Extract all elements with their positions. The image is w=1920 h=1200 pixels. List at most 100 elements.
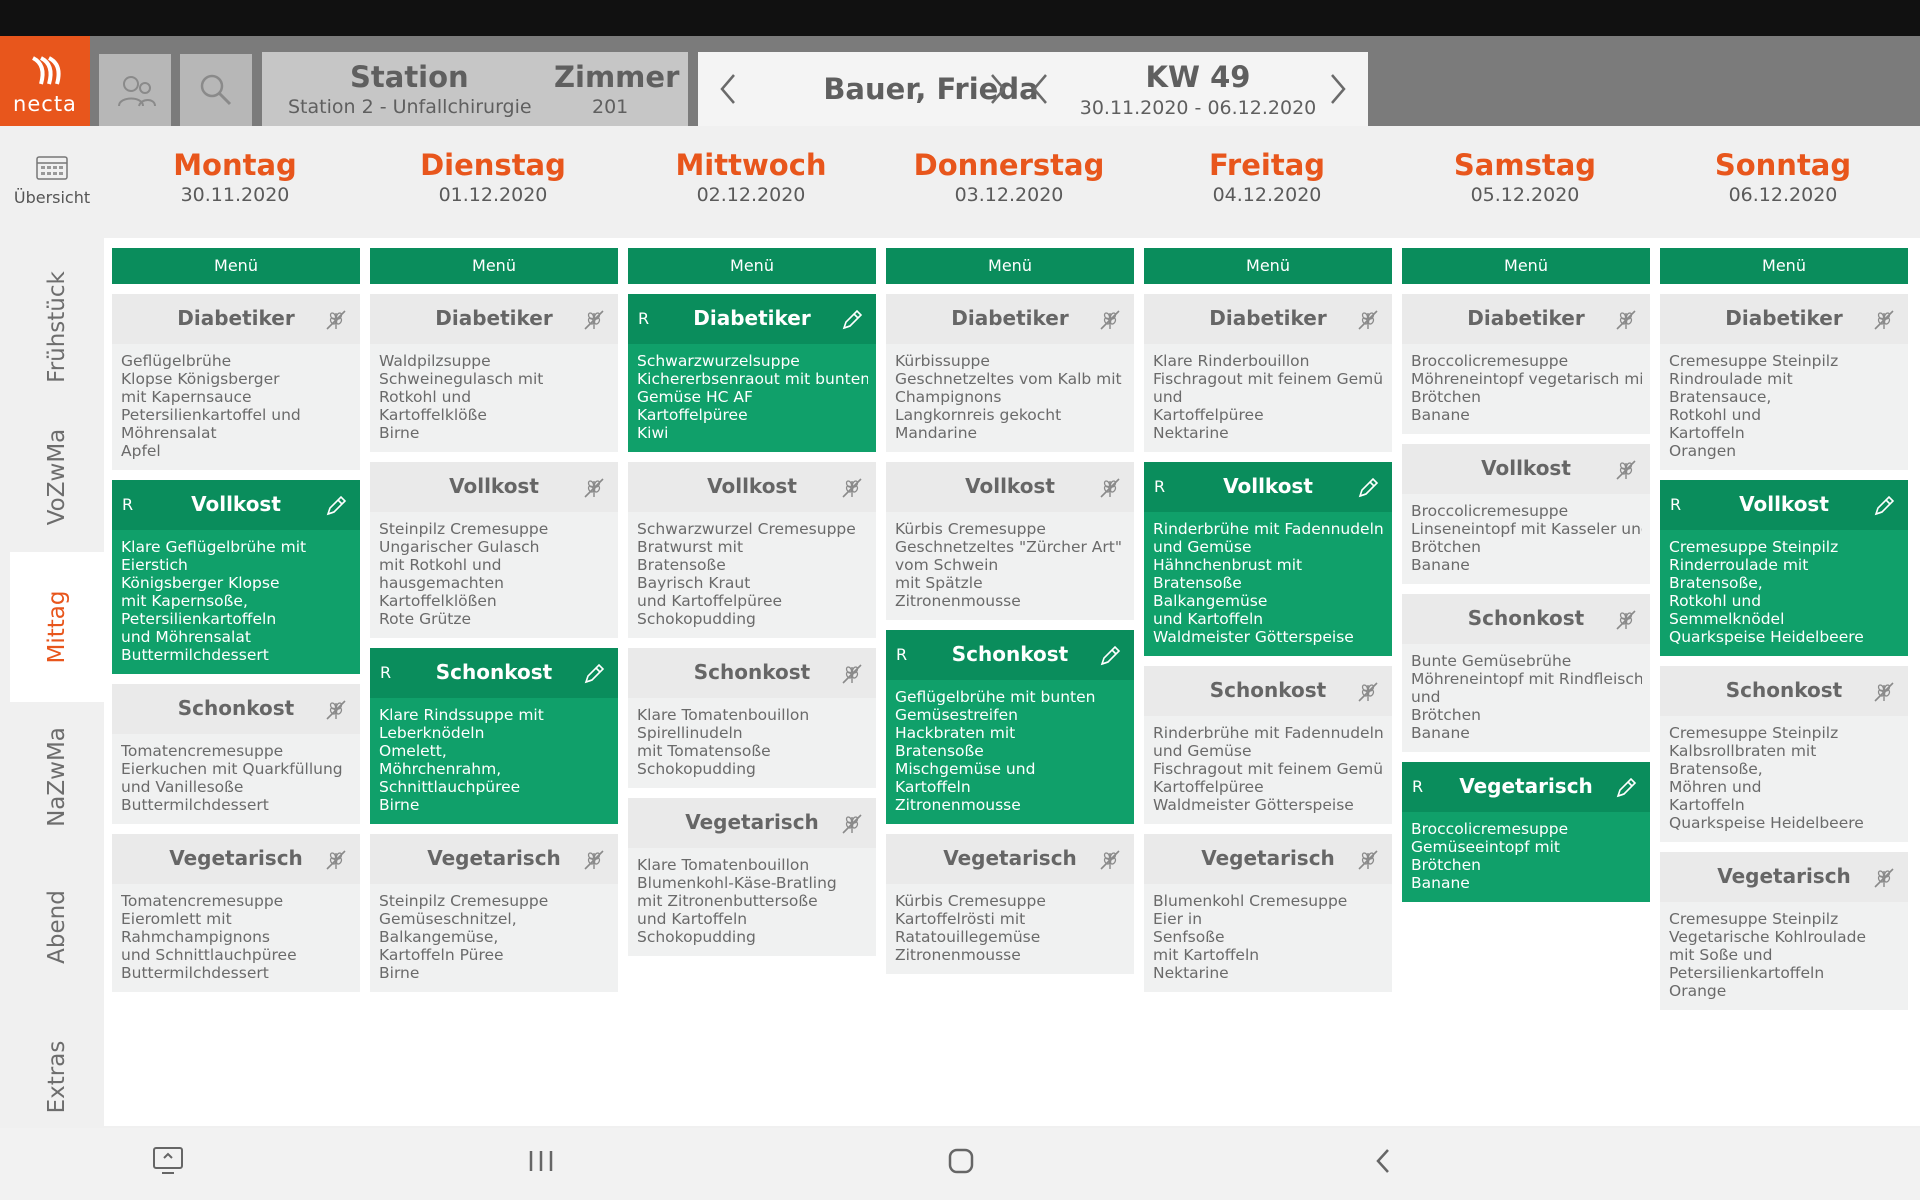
- pencil-icon[interactable]: [1872, 494, 1896, 518]
- day-date: 02.12.2020: [696, 184, 806, 206]
- pencil-icon[interactable]: [582, 662, 606, 686]
- menu-button[interactable]: Menü: [1402, 248, 1650, 284]
- prev-week-button[interactable]: [1030, 72, 1050, 114]
- meal-card-diabetiker[interactable]: Diabetiker Waldpilzsuppe Schweinegulasch m…: [370, 294, 618, 452]
- recent-apps-icon: [529, 1151, 553, 1171]
- meal-line: Bratensoße,: [1669, 574, 1763, 592]
- meal-card-vegetarisch[interactable]: Vegetarisch Cremesuppe Steinpilz Vegetaris…: [1660, 852, 1908, 1010]
- meal-card-vegetarisch[interactable]: R Vegetarisch Broccolicremesuppe Gemüseeint…: [1402, 762, 1650, 902]
- meal-title: Schonkost: [1209, 678, 1327, 702]
- pencil-icon[interactable]: [1614, 776, 1638, 800]
- meal-card-schonkost[interactable]: R Schonkost Klare Rindssuppe mit Leberknöde…: [370, 648, 618, 824]
- meal-line: Rindroulade mit: [1669, 370, 1793, 388]
- menu-button[interactable]: Menü: [1660, 248, 1908, 284]
- pencil-icon[interactable]: [840, 308, 864, 332]
- meal-card-vollkost[interactable]: R Vollkost Klare Geflügelbrühe mit Eierstic…: [112, 480, 360, 674]
- menu-button[interactable]: Menü: [886, 248, 1134, 284]
- sidebar-item-label: NaZwMa: [44, 727, 70, 827]
- meal-card-schonkost[interactable]: Schonkost Klare Tomatenbouillon Spirellinu…: [628, 648, 876, 788]
- meal-line: Senfsoße: [1153, 928, 1225, 946]
- overview-button[interactable]: Übersicht: [0, 156, 104, 207]
- sidebar-item-label: Extras: [44, 1040, 70, 1114]
- meal-card-header: Vegetarisch: [1660, 852, 1908, 902]
- screen-toggle-button[interactable]: [152, 1146, 184, 1180]
- meal-card-schonkost[interactable]: Schonkost Cremesuppe Steinpilz Kalbsrollbr…: [1660, 666, 1908, 842]
- meal-card-vegetarisch[interactable]: Vegetarisch Kürbis Cremesuppe Kartoffelrös…: [886, 834, 1134, 974]
- meal-description: Kürbis Cremesuppe Kartoffelrösti mit Ratat…: [886, 884, 1134, 964]
- meal-card-diabetiker[interactable]: Diabetiker Klare Rinderbouillon Fischragou…: [1144, 294, 1392, 452]
- meal-card-vegetarisch[interactable]: Vegetarisch Steinpilz Cremesuppe Gemüsesch…: [370, 834, 618, 992]
- meal-description: Cremesuppe Steinpilz Rindroulade mit Brate…: [1660, 344, 1908, 460]
- patient-week-bar: Bauer, Frieda KW 49 30.11.2020 - 06.12.2…: [698, 52, 1368, 126]
- day-date: 03.12.2020: [954, 184, 1064, 206]
- sidebar-item-vozwma[interactable]: VoZwMa: [10, 402, 104, 552]
- next-week-button[interactable]: [1328, 72, 1348, 114]
- meal-line: Eierkuchen mit Quarkfüllung: [121, 760, 343, 778]
- meal-line: Rote Grütze: [379, 610, 472, 628]
- back-button[interactable]: [1372, 1146, 1394, 1180]
- meal-card-vegetarisch[interactable]: Vegetarisch Blumenkohl Cremesuppe Eier in S…: [1144, 834, 1392, 992]
- sidebar-item-fruehstueck[interactable]: Frühstück: [10, 252, 104, 402]
- meal-card-schonkost[interactable]: Schonkost Bunte Gemüsebrühe Möhreneintopf …: [1402, 594, 1650, 752]
- meal-description: Klare Tomatenbouillon Spirellinudeln mit T…: [628, 698, 876, 778]
- meal-line: Geschnetzeltes "Zürcher Art": [895, 538, 1122, 556]
- meal-description: Cremesuppe Steinpilz Vegetarische Kohlrou…: [1660, 902, 1908, 1000]
- meal-card-diabetiker[interactable]: Diabetiker Broccolicremesuppe Möhreneintop…: [1402, 294, 1650, 434]
- meal-card-vollkost[interactable]: Vollkost Broccolicremesuppe Linseneintopf …: [1402, 444, 1650, 584]
- search-button[interactable]: [180, 54, 252, 126]
- sidebar-item-mittag[interactable]: Mittag: [10, 552, 104, 702]
- meal-title: Diabetiker: [435, 306, 553, 330]
- no-gluten-icon: [326, 700, 346, 720]
- meal-card-diabetiker[interactable]: R Diabetiker Schwarzwurzelsuppe Kichererbse…: [628, 294, 876, 452]
- menu-button[interactable]: Menü: [370, 248, 618, 284]
- meal-line: Fischragout mit feinem Gemüse: [1153, 370, 1384, 388]
- meal-card-diabetiker[interactable]: Diabetiker Geflügelbrühe Klopse Königsberg…: [112, 294, 360, 470]
- meal-description: Klare Rindssuppe mit Leberknödeln Omelett,…: [370, 698, 618, 814]
- meal-line: Ratatouillegemüse: [895, 928, 1041, 946]
- day-name: Donnerstag: [913, 148, 1105, 182]
- meal-title: Vegetarisch: [1201, 846, 1335, 870]
- next-patient-button[interactable]: [988, 72, 1008, 114]
- meal-line: Möhreneintopf vegetarisch mit: [1411, 370, 1642, 388]
- meal-card-vegetarisch[interactable]: Vegetarisch Klare Tomatenbouillon Blumenko…: [628, 798, 876, 956]
- meal-card-schonkost[interactable]: Schonkost Tomatencremesuppe Eierkuchen mit…: [112, 684, 360, 824]
- menu-button[interactable]: Menü: [628, 248, 876, 284]
- sidebar-item-nazwma[interactable]: NaZwMa: [10, 702, 104, 852]
- meal-description: Steinpilz Cremesuppe Ungarischer Gulasch m…: [370, 512, 618, 628]
- day-header-sonntag: Sonntag 06.12.2020: [1654, 148, 1912, 206]
- meal-line: Schokopudding: [637, 610, 756, 628]
- sidebar-item-label: Abend: [44, 890, 70, 964]
- meal-card-vollkost[interactable]: Vollkost Schwarzwurzel Cremesuppe Bratwurs…: [628, 462, 876, 638]
- meal-line: Cremesuppe Steinpilz: [1669, 910, 1839, 928]
- meal-card-vegetarisch[interactable]: Vegetarisch Tomatencremesuppe Eieromlett m…: [112, 834, 360, 992]
- patient-group-button[interactable]: [99, 54, 171, 126]
- meal-card-vollkost[interactable]: Vollkost Kürbis Cremesuppe Geschnetzeltes …: [886, 462, 1134, 620]
- meal-line: Gemüseeintopf mit: [1411, 838, 1561, 856]
- pencil-icon[interactable]: [324, 494, 348, 518]
- day-date: 05.12.2020: [1470, 184, 1580, 206]
- sidebar-item-abend[interactable]: Abend: [10, 852, 104, 1002]
- meal-line: und Kartoffeln: [1153, 610, 1264, 628]
- menu-button[interactable]: Menü: [1144, 248, 1392, 284]
- meal-card-vollkost[interactable]: Vollkost Steinpilz Cremesuppe Ungarischer …: [370, 462, 618, 638]
- meal-grid: Menü Diabetiker Geflügelbrühe Klopse Königs…: [104, 238, 1920, 1126]
- recent-apps-button[interactable]: [528, 1146, 554, 1180]
- meal-card-diabetiker[interactable]: Diabetiker Kürbissuppe Geschnetzeltes vom …: [886, 294, 1134, 452]
- home-button[interactable]: [946, 1146, 976, 1180]
- menu-button[interactable]: Menü: [112, 248, 360, 284]
- station-room-selector[interactable]: Station Station 2 - Unfallchirurgie Zimm…: [262, 52, 688, 126]
- meal-card-vollkost[interactable]: R Vollkost Cremesuppe Steinpilz Rinderroula…: [1660, 480, 1908, 656]
- meal-card-diabetiker[interactable]: Diabetiker Cremesuppe Steinpilz Rindroulad…: [1660, 294, 1908, 470]
- meal-line: Semmelknödel: [1669, 610, 1785, 628]
- meal-card-header: Vegetarisch: [112, 834, 360, 884]
- no-gluten-icon: [584, 478, 604, 498]
- prev-patient-button[interactable]: [718, 72, 738, 114]
- meal-line: Steinpilz Cremesuppe: [379, 520, 549, 538]
- meal-card-vollkost[interactable]: R Vollkost Rinderbrühe mit Fadennudeln und …: [1144, 462, 1392, 656]
- day-name: Sonntag: [1714, 148, 1852, 182]
- pencil-icon[interactable]: [1098, 644, 1122, 668]
- pencil-icon[interactable]: [1356, 476, 1380, 500]
- meal-card-schonkost[interactable]: R Schonkost Geflügelbrühe mit bunten Gemüse…: [886, 630, 1134, 824]
- meal-line: Geflügelbrühe mit bunten: [895, 688, 1096, 706]
- meal-card-schonkost[interactable]: Schonkost Rinderbrühe mit Fadennudeln und …: [1144, 666, 1392, 824]
